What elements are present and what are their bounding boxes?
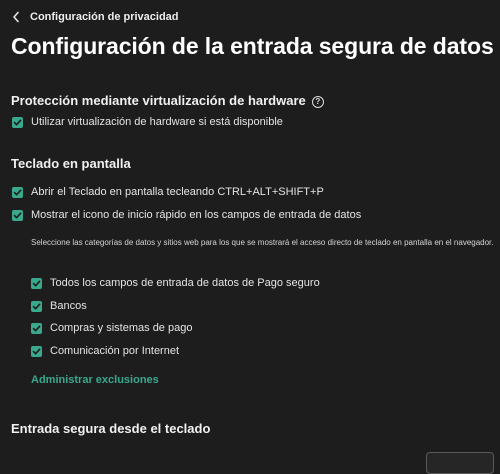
category-checkbox-banks[interactable]: Bancos (31, 300, 87, 312)
quick-launch-icon-checkbox[interactable]: Mostrar el icono de inicio rápido en los… (12, 209, 361, 221)
checkbox-checked-icon (12, 116, 23, 128)
category-checkbox-internet-communication[interactable]: Comunicación por Internet (31, 345, 179, 357)
category-checkbox-all-safe-money[interactable]: Todos los campos de entrada de datos de … (31, 277, 320, 289)
keyboard-section-heading: Teclado en pantalla (11, 156, 131, 171)
help-icon[interactable]: ? (311, 95, 324, 108)
chevron-left-icon (12, 11, 20, 23)
manage-exclusions-link[interactable]: Administrar exclusiones (31, 374, 159, 386)
checkbox-label: Todos los campos de entrada de datos de … (50, 277, 320, 289)
checkbox-label: Abrir el Teclado en pantalla tecleando C… (31, 186, 324, 198)
hardware-section-heading: Protección mediante virtualización de ha… (11, 93, 324, 108)
open-keyboard-shortcut-checkbox[interactable]: Abrir el Teclado en pantalla tecleando C… (12, 186, 324, 198)
checkbox-label: Comunicación por Internet (50, 345, 180, 357)
footer-button[interactable] (426, 452, 494, 474)
page-title: Configuración de la entrada segura de da… (11, 33, 494, 59)
checkbox-checked-icon (31, 300, 42, 312)
checkbox-checked-icon (31, 322, 42, 334)
category-checkbox-shopping[interactable]: Compras y sistemas de pago (31, 322, 192, 334)
checkbox-checked-icon (12, 209, 23, 221)
categories-description: Seleccione las categorías de datos y sit… (31, 238, 494, 247)
checkbox-label: Utilizar virtualización de hardware si e… (31, 116, 283, 128)
checkbox-checked-icon (12, 186, 23, 198)
secure-input-section-heading: Entrada segura desde el teclado (11, 421, 211, 436)
hardware-section-title: Protección mediante virtualización de ha… (11, 93, 306, 108)
checkbox-checked-icon (31, 277, 42, 289)
hardware-virtualization-checkbox[interactable]: Utilizar virtualización de hardware si e… (12, 116, 283, 128)
back-button[interactable]: Configuración de privacidad (12, 11, 179, 23)
checkbox-checked-icon (31, 345, 42, 357)
checkbox-label: Compras y sistemas de pago (50, 322, 193, 334)
breadcrumb-label: Configuración de privacidad (30, 11, 179, 23)
checkbox-label: Mostrar el icono de inicio rápido en los… (31, 209, 362, 221)
checkbox-label: Bancos (50, 300, 87, 312)
